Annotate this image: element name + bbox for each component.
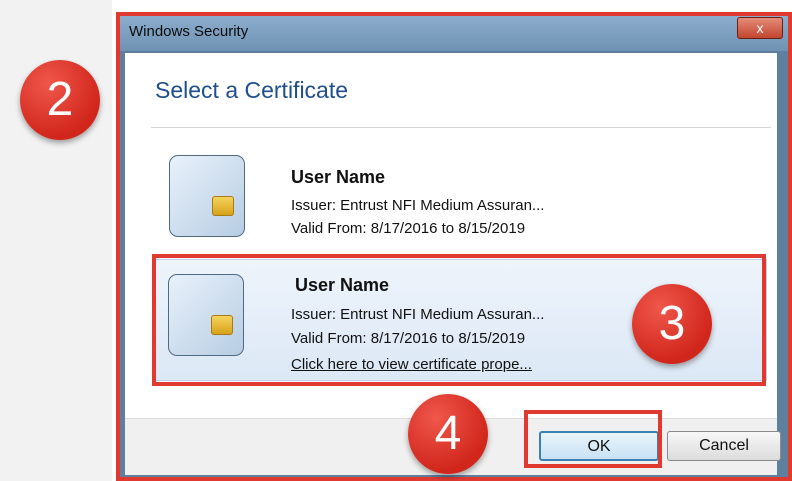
step-4-badge: 4 (408, 394, 488, 474)
annotation-box-ok-button (524, 410, 662, 468)
step-2-badge: 2 (20, 60, 100, 140)
step-3-badge: 3 (632, 284, 712, 364)
background-top-strip (112, 0, 792, 10)
